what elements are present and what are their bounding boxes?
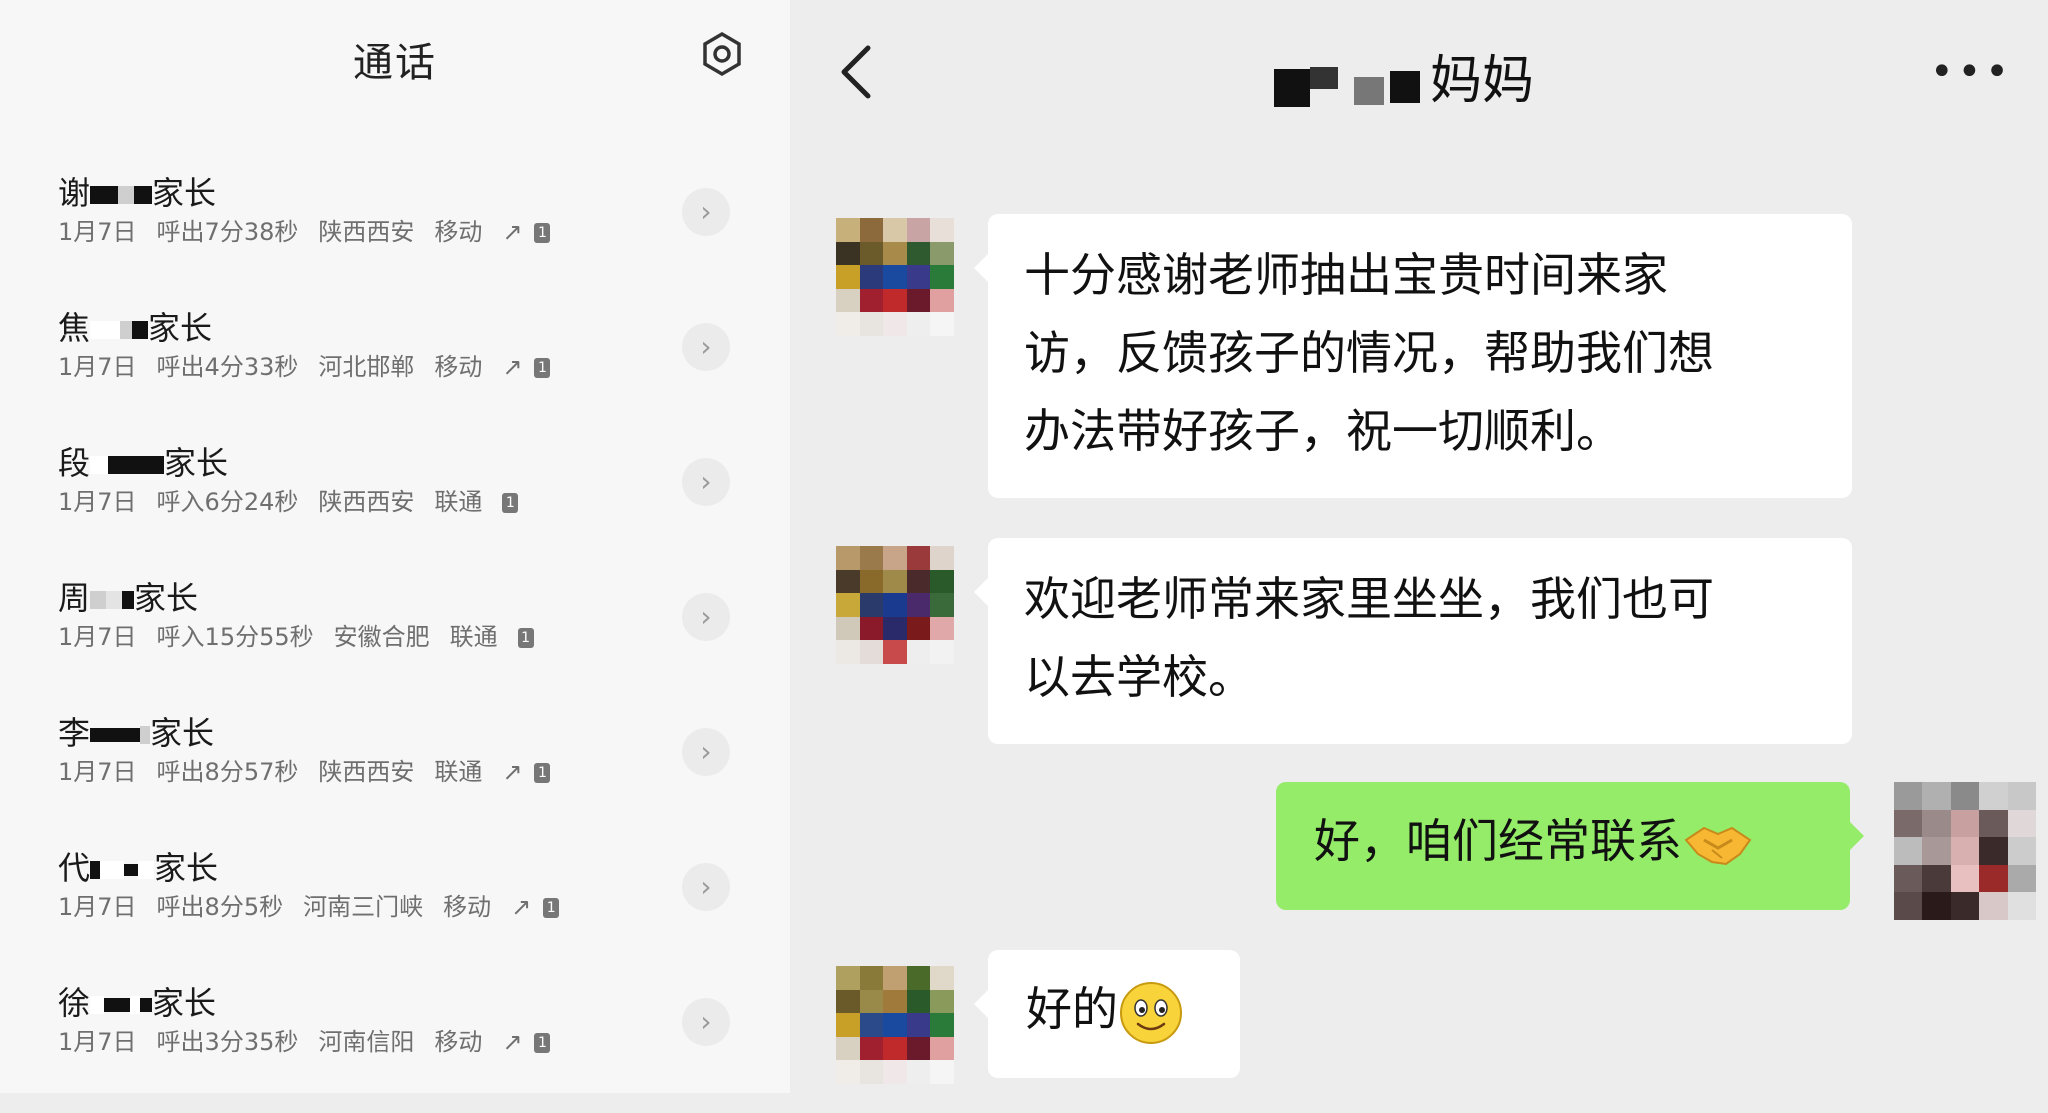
sim-badge: 1 xyxy=(502,493,519,513)
outgoing-arrow-icon: ↗ xyxy=(511,893,532,921)
chevron-right-icon[interactable]: › xyxy=(682,458,730,506)
call-row[interactable]: 代家长 1月7日 呼出8分5秒 河南三门峡 移动 ↗ 1 › xyxy=(0,843,790,978)
settings-icon[interactable] xyxy=(698,30,746,78)
chevron-right-icon[interactable]: › xyxy=(682,998,730,1046)
message-line: 访，反馈孩子的情况，帮助我们想 xyxy=(1024,326,1714,380)
caller-name: 代家长 xyxy=(58,849,219,887)
chevron-right-icon[interactable]: › xyxy=(682,863,730,911)
outgoing-arrow-icon: ↗ xyxy=(502,1028,523,1056)
sim-badge: 1 xyxy=(534,763,551,783)
call-row[interactable]: 焦家长 1月7日 呼出4分33秒 河北邯郸 移动 ↗ 1 › xyxy=(0,303,790,438)
outgoing-arrow-icon: ↗ xyxy=(502,353,523,381)
my-message-bubble: 好，咱们经常联系 xyxy=(1276,782,1864,910)
message-text: 好的 xyxy=(1026,982,1118,1036)
message-line: 十分感谢老师抽出宝贵时间来家 xyxy=(1024,248,1668,302)
chevron-right-icon[interactable]: › xyxy=(682,188,730,236)
call-row[interactable]: 周家长 1月7日 呼入15分55秒 安徽合肥 联通 1 › xyxy=(0,573,790,708)
message-bubble: 好的 xyxy=(974,950,1240,1078)
chevron-right-icon[interactable]: › xyxy=(682,728,730,776)
sim-badge: 1 xyxy=(534,358,551,378)
outgoing-arrow-icon: ↗ xyxy=(502,758,523,786)
more-icon[interactable]: ••• xyxy=(1930,52,2013,92)
chat-title: 妈妈 xyxy=(1270,38,1534,113)
caller-name: 周家长 xyxy=(58,579,199,617)
call-log-title: 通话 xyxy=(353,40,437,86)
caller-name: 谢家长 xyxy=(58,174,217,212)
outgoing-arrow-icon: ↗ xyxy=(502,218,523,246)
my-avatar[interactable] xyxy=(1894,782,2036,920)
message-line: 欢迎老师常来家里坐坐，我们也可 xyxy=(1024,572,1714,626)
call-row[interactable]: 谢家长 1月7日 呼出7分38秒 陕西西安 移动 ↗ 1 › xyxy=(0,168,790,303)
sim-badge: 1 xyxy=(534,1033,551,1053)
back-chevron-icon[interactable] xyxy=(836,42,876,102)
sim-badge: 1 xyxy=(534,223,551,243)
call-meta: 1月7日 呼出8分57秒 陕西西安 联通 ↗ 1 xyxy=(58,752,551,787)
smile-emoji xyxy=(1120,981,1182,1044)
sim-badge: 1 xyxy=(517,628,534,648)
caller-name: 李家长 xyxy=(58,714,215,752)
chevron-right-icon[interactable]: › xyxy=(682,593,730,641)
caller-name: 段家长 xyxy=(58,444,229,482)
caller-name: 徐家长 xyxy=(58,984,217,1022)
call-meta: 1月7日 呼出4分33秒 河北邯郸 移动 ↗ 1 xyxy=(58,347,551,382)
message-text: 好，咱们经常联系 xyxy=(1314,814,1682,868)
sim-badge: 1 xyxy=(543,898,560,918)
call-meta: 1月7日 呼入15分55秒 安徽合肥 联通 1 xyxy=(58,617,534,652)
contact-avatar[interactable] xyxy=(836,966,954,1084)
handshake-emoji xyxy=(1684,826,1752,865)
caller-name: 焦家长 xyxy=(58,309,213,347)
chevron-right-icon[interactable]: › xyxy=(682,323,730,371)
redacted-name xyxy=(1270,61,1430,107)
message-line: 以去学校。 xyxy=(1024,650,1254,704)
call-meta: 1月7日 呼入6分24秒 陕西西安 联通 1 xyxy=(58,482,519,517)
call-row[interactable]: 李家长 1月7日 呼出8分57秒 陕西西安 联通 ↗ 1 › xyxy=(0,708,790,843)
call-meta: 1月7日 呼出3分35秒 河南信阳 移动 ↗ 1 xyxy=(58,1022,551,1057)
message-bubble: 十分感谢老师抽出宝贵时间来家 访，反馈孩子的情况，帮助我们想 办法带好孩子，祝一… xyxy=(974,214,1852,498)
message-bubble: 欢迎老师常来家里坐坐，我们也可 以去学校。 xyxy=(974,538,1852,744)
call-row[interactable]: 段家长 1月7日 呼入6分24秒 陕西西安 联通 1 › xyxy=(0,438,790,573)
call-meta: 1月7日 呼出7分38秒 陕西西安 移动 ↗ 1 xyxy=(58,212,551,247)
contact-avatar[interactable] xyxy=(836,546,954,664)
message-line: 办法带好孩子，祝一切顺利。 xyxy=(1024,404,1622,458)
call-log-panel: 通话 谢家长 1月7日 呼出7分38秒 陕西西安 移动 ↗ 1 › 焦家长 1月7日 呼出4… xyxy=(0,0,790,1093)
call-meta: 1月7日 呼出8分5秒 河南三门峡 移动 ↗ 1 xyxy=(58,887,560,922)
contact-avatar[interactable] xyxy=(836,218,954,336)
